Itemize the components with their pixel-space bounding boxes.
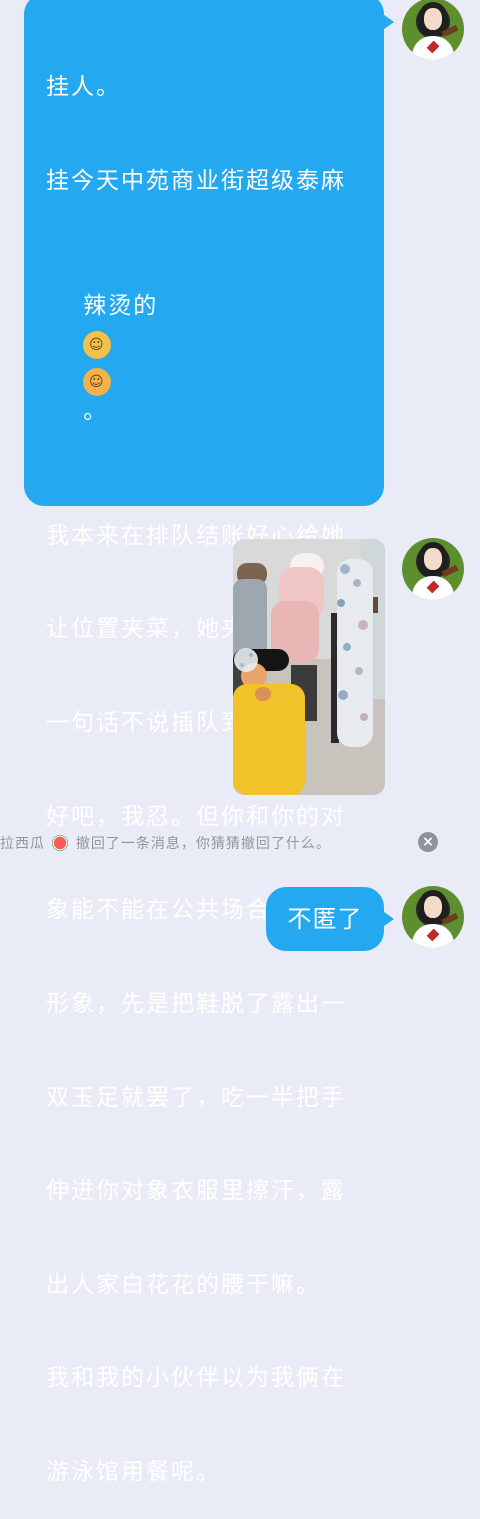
message-line-with-emoji: 辣烫的 ☺ ☺ 。 bbox=[46, 260, 364, 459]
avatar[interactable] bbox=[402, 886, 464, 948]
recall-prefix: 拉西瓜 bbox=[0, 836, 45, 852]
watermelon-icon bbox=[52, 835, 69, 851]
message-text: 辣烫的 bbox=[83, 292, 159, 319]
message-line: 好吧，我忍。但你和你的对 bbox=[46, 803, 346, 830]
man-face-emoji: ☺ bbox=[83, 331, 112, 360]
message-line: 游泳馆用餐呢。 bbox=[46, 1458, 221, 1485]
avatar-face bbox=[424, 8, 442, 30]
message-line: 双玉足就罢了，吃一半把手 bbox=[46, 1084, 346, 1111]
message-line: 形象，先是把鞋脱了露出一 bbox=[46, 990, 346, 1017]
message-line: 伸进你对象衣服里擦汗，露 bbox=[46, 1178, 346, 1205]
message-bubble-long[interactable]: 挂人。 挂今天中苑商业街超级泰麻 辣烫的 ☺ ☺ 。 我本来在排队结账好心给她 … bbox=[24, 0, 394, 1485]
photo-scene bbox=[233, 539, 385, 795]
close-icon[interactable]: × bbox=[418, 832, 438, 852]
message-line: 挂人。 bbox=[46, 74, 121, 101]
woman-face-emoji: ☺ bbox=[83, 368, 112, 397]
message-line: 我和我的小伙伴以为我俩在 bbox=[46, 1365, 346, 1392]
message-line: 出人家白花花的腰干嘛。 bbox=[46, 1271, 321, 1298]
avatar[interactable] bbox=[402, 0, 464, 60]
message-text: 不匿了 bbox=[287, 905, 363, 933]
message-bubble-short[interactable]: 不匿了 bbox=[266, 887, 394, 951]
avatar-face bbox=[424, 548, 442, 570]
avatar[interactable] bbox=[402, 538, 464, 600]
message-line: 挂今天中苑商业街超级泰麻 bbox=[46, 168, 346, 195]
avatar-face bbox=[424, 896, 442, 918]
image-message[interactable] bbox=[233, 539, 385, 795]
recall-notice: 拉西瓜 撤回了一条消息，你猜猜撤回了什么。 bbox=[0, 833, 400, 853]
message-emoji-suffix: 。 bbox=[83, 398, 109, 425]
recall-suffix: 撤回了一条消息，你猜猜撤回了什么。 bbox=[75, 836, 331, 852]
